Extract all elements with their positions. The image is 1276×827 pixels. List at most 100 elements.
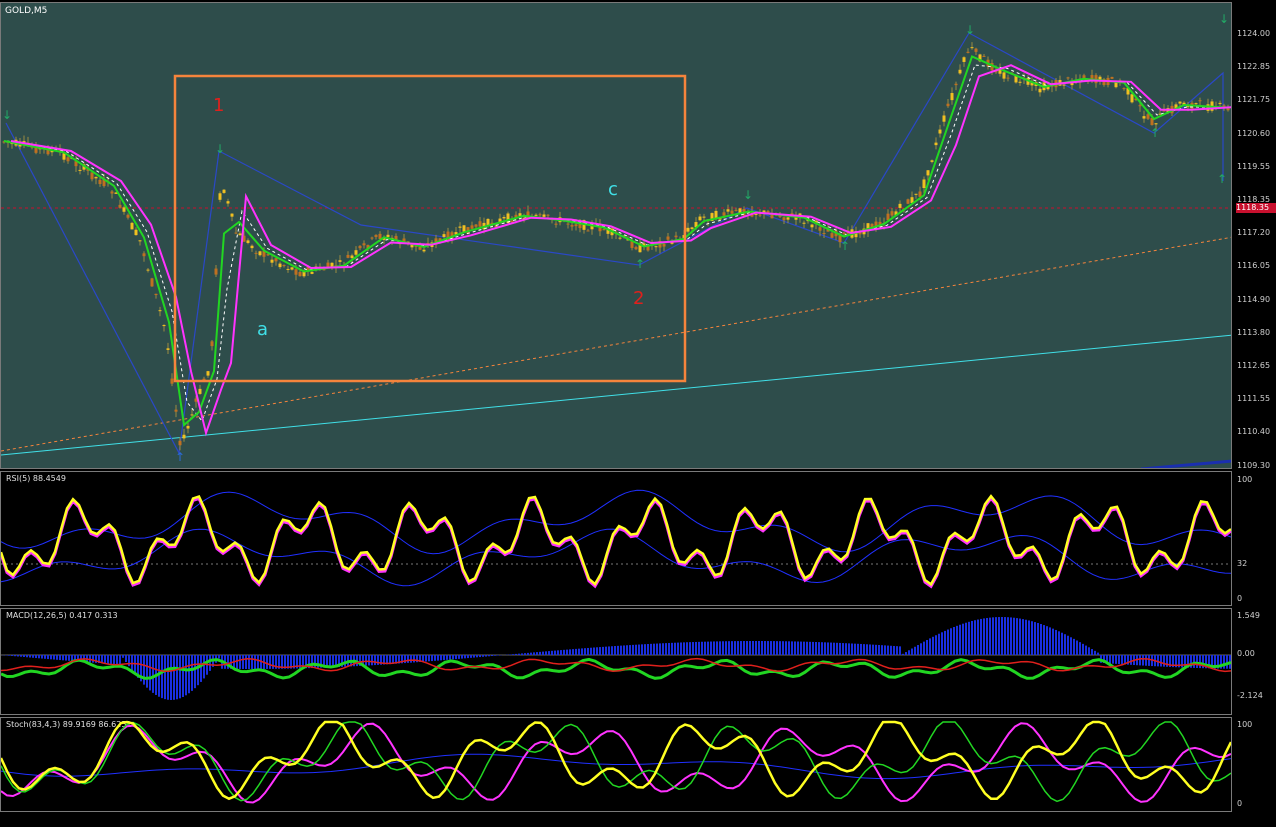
candle-body	[538, 214, 542, 216]
candle-body	[618, 237, 622, 239]
time-axis	[0, 813, 1276, 827]
candle-body	[926, 170, 930, 176]
rsi-scale: 100 32 0	[1233, 471, 1276, 606]
candle-body	[722, 212, 726, 216]
candle-body	[662, 244, 666, 247]
candle-body	[174, 409, 178, 412]
candle-body	[154, 293, 158, 296]
candle-body	[182, 434, 186, 439]
candle-body	[274, 258, 278, 262]
fractal-arrow: ↑	[175, 450, 185, 464]
candle-body	[386, 234, 390, 237]
candle-body	[586, 230, 590, 232]
candle-body	[962, 57, 966, 62]
candle-body	[122, 207, 126, 212]
candle-body	[1122, 88, 1126, 90]
stoch-line-magenta	[1, 722, 1231, 804]
rsi-scale-32: 32	[1237, 559, 1248, 568]
candle-body	[138, 240, 142, 242]
candle-body	[370, 237, 374, 239]
candle-body	[1130, 94, 1134, 103]
rsi-line-yellow	[1, 494, 1231, 587]
candle-body	[298, 271, 302, 277]
candle-body	[1038, 88, 1042, 93]
macd-scale-max: 1.549	[1237, 611, 1260, 620]
candle-body	[970, 47, 974, 49]
candle-body	[918, 191, 922, 197]
candle-body	[518, 213, 522, 216]
candle-body	[1006, 77, 1010, 79]
price-scale-tick: 1113.80	[1237, 327, 1271, 337]
candle-body	[290, 267, 294, 270]
candle-body	[782, 217, 786, 221]
rsi-scale-0: 0	[1237, 594, 1243, 603]
candle-body	[958, 69, 962, 74]
stoch-scale-0: 0	[1237, 799, 1243, 808]
candle-body	[1142, 116, 1146, 119]
candle-body	[890, 211, 894, 216]
macd-scale-min: -2.124	[1237, 691, 1263, 700]
candle-body	[130, 222, 134, 230]
candle-body	[1062, 84, 1066, 86]
candle-body	[906, 199, 910, 204]
candle-body	[418, 246, 422, 250]
candle-body	[94, 176, 98, 179]
candle-body	[730, 210, 734, 214]
candle-body	[234, 232, 238, 234]
candle-body	[914, 193, 918, 195]
candle-body	[358, 245, 362, 249]
candle-body	[946, 103, 950, 107]
candle-body	[218, 193, 222, 200]
price-scale-tick: 1117.20	[1237, 228, 1271, 238]
candle-body	[1114, 82, 1118, 88]
candle-body	[66, 157, 70, 162]
price-chart-canvas[interactable]: ↓ ↓ ↓ ↓ ↓ ↑ ↑ ↑ ↑ ↑	[1, 3, 1232, 469]
candle-body	[1018, 81, 1022, 83]
price-scale-tick: 1111.55	[1237, 394, 1271, 404]
ma-fast-green	[3, 55, 1230, 427]
price-chart-pane[interactable]: GOLD,M5 ↓ ↓ ↓ ↓ ↓ ↑ ↑ ↑ ↑ ↑ 1 2 a c	[0, 2, 1232, 469]
candle-body	[214, 268, 218, 275]
fractal-arrow: ↓	[743, 188, 753, 202]
candle-body	[574, 224, 578, 227]
price-scale[interactable]: 1124.00 1122.85 1121.75 1120.60 1119.55 1118.…	[1233, 2, 1276, 470]
candle-body	[566, 223, 570, 225]
candle-body	[206, 371, 210, 376]
rsi-pane[interactable]: RSI(5) 88.4549	[0, 471, 1232, 606]
fractal-arrow: ↓	[215, 142, 225, 156]
stochastic-pane[interactable]: Stoch(83,4,3) 89.9169 86.6251	[0, 717, 1232, 812]
macd-scale-zero: 0.00	[1237, 649, 1255, 658]
candle-body	[254, 252, 258, 254]
wave-label-1: 1	[213, 95, 225, 116]
candle-body	[1110, 76, 1114, 79]
price-scale-tick: 1119.55	[1237, 161, 1271, 171]
candle-body	[898, 203, 902, 208]
candle-body	[1222, 105, 1226, 107]
candle-body	[634, 247, 638, 250]
candle-body	[938, 129, 942, 134]
candle-body	[350, 255, 354, 259]
candle-body	[78, 169, 82, 171]
candle-body	[226, 201, 230, 204]
stochastic-canvas	[1, 720, 1231, 804]
candle-body	[190, 414, 194, 416]
fractal-arrow: ↓	[1219, 12, 1229, 26]
candle-body	[354, 250, 358, 255]
candle-body	[982, 55, 986, 57]
price-scale-tick: 1120.60	[1237, 128, 1271, 138]
candle-body	[942, 115, 946, 122]
candle-body	[1138, 105, 1142, 107]
fractal-arrow: ↑	[1217, 172, 1227, 186]
candle-body	[1002, 72, 1006, 79]
candle-body	[442, 234, 446, 238]
macd-pane[interactable]: MACD(12,26,5) 0.417 0.313	[0, 608, 1232, 715]
stoch-scale: 100 0	[1233, 717, 1276, 812]
current-price-badge: 1118.35	[1236, 203, 1276, 213]
candle-body	[362, 243, 366, 246]
fractal-arrow: ↓	[965, 23, 975, 37]
candle-body	[158, 310, 162, 312]
candle-body	[282, 265, 286, 267]
candle-body	[286, 268, 290, 270]
candle-body	[258, 251, 262, 256]
rsi-canvas	[1, 489, 1231, 589]
